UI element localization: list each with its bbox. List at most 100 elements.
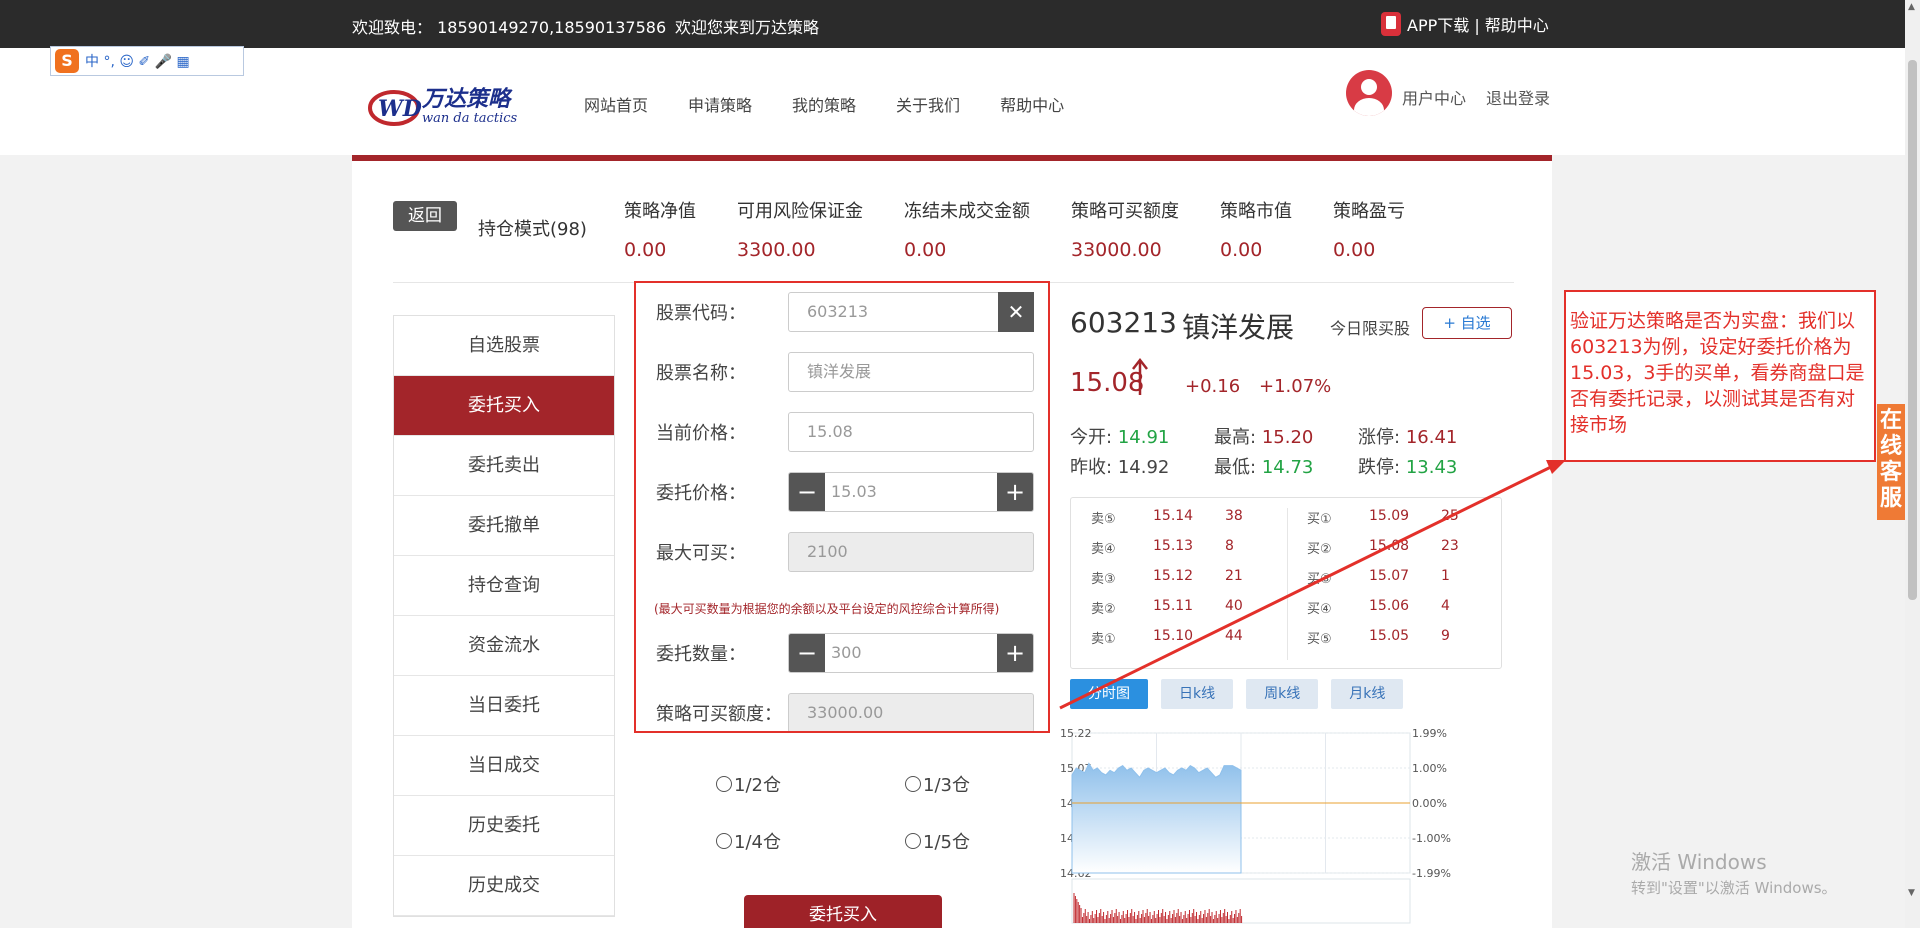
tab-weekly-k[interactable]: 周k线 xyxy=(1246,679,1319,709)
scroll-thumb[interactable] xyxy=(1908,60,1917,600)
sidebar-item-today-orders[interactable]: 当日委托 xyxy=(394,676,614,736)
sidebar-item-entrust-buy[interactable]: 委托买入 xyxy=(394,376,614,436)
minus-button[interactable]: − xyxy=(789,634,825,672)
radio-icon[interactable] xyxy=(905,833,921,849)
volume-frame xyxy=(1071,878,1411,924)
tab-monthly-k[interactable]: 月k线 xyxy=(1331,679,1404,709)
quantity-row: 委托数量： − 300 + xyxy=(656,633,1034,673)
ime-toolbar[interactable]: S 中 °, ☺ ✐ 🎤 ▦ xyxy=(50,46,244,76)
ratio-fifth[interactable]: 1/5仓 xyxy=(905,828,970,854)
max-buy-label: 最大可买： xyxy=(656,543,746,564)
app-help-links[interactable]: APP下载 | 帮助中心 xyxy=(1381,12,1549,36)
ask-row: 卖① 15.10 44 xyxy=(1091,628,1243,647)
stat-available-margin: 可用风险保证金 3300.00 xyxy=(737,197,863,261)
entrust-price-label: 委托价格： xyxy=(656,483,746,504)
stat-value: 0.00 xyxy=(1333,239,1376,261)
scroll-down-icon[interactable]: ▼ xyxy=(1908,888,1915,898)
stat-label: 策略净值 xyxy=(624,201,696,222)
stat-value: 0.00 xyxy=(904,239,947,261)
submit-buy-button[interactable]: 委托买入 xyxy=(744,895,942,928)
sidebar-item-today-trades[interactable]: 当日成交 xyxy=(394,736,614,796)
clear-icon[interactable]: ✕ xyxy=(998,292,1034,332)
main-nav: 网站首页 申请策略 我的策略 关于我们 帮助中心 xyxy=(584,92,1064,116)
bid-row: 买③ 15.07 1 xyxy=(1307,568,1450,587)
max-buy-row: 最大可买： 2100 xyxy=(656,532,1034,572)
stock-code-input[interactable]: 603213 ✕ xyxy=(788,292,1034,332)
logout-link[interactable]: 退出登录 xyxy=(1486,85,1550,109)
sidebar-item-positions[interactable]: 持仓查询 xyxy=(394,556,614,616)
page-scrollbar[interactable]: ▲ ▼ xyxy=(1905,0,1920,928)
current-price-field: 15.08 xyxy=(788,412,1034,452)
quote-change-pct: +1.07% xyxy=(1259,376,1332,397)
stat-value: 0.00 xyxy=(624,239,667,261)
y-tick-right: -1.99% xyxy=(1412,867,1451,880)
limit-up-price: 涨停: 16.41 xyxy=(1358,427,1458,448)
sidebar-item-cancel-order[interactable]: 委托撤单 xyxy=(394,496,614,556)
add-watchlist-button[interactable]: + 自选 xyxy=(1422,307,1512,339)
stat-label: 策略市值 xyxy=(1220,201,1292,222)
plus-button[interactable]: + xyxy=(997,473,1033,511)
scroll-up-icon[interactable]: ▲ xyxy=(1908,2,1915,12)
quantity-stepper[interactable]: − 300 + xyxy=(788,633,1034,673)
nav-help[interactable]: 帮助中心 xyxy=(1000,92,1064,116)
user-center-link[interactable]: 用户中心 xyxy=(1402,85,1466,109)
sidebar-item-cash-flow[interactable]: 资金流水 xyxy=(394,616,614,676)
y-tick-right: 0.00% xyxy=(1412,797,1447,810)
nav-apply[interactable]: 申请策略 xyxy=(688,92,752,116)
minus-button[interactable]: − xyxy=(789,473,825,511)
stat-value: 3300.00 xyxy=(737,239,816,261)
phone-icon xyxy=(1381,12,1401,36)
y-tick-left: 15.22 xyxy=(1060,727,1092,740)
radio-icon[interactable] xyxy=(905,776,921,792)
y-tick-right: 1.00% xyxy=(1412,762,1447,775)
current-price-row: 当前价格： 15.08 xyxy=(656,412,1034,452)
low-price: 最低: 14.73 xyxy=(1214,457,1314,478)
stat-value: 0.00 xyxy=(1220,239,1263,261)
ratio-quarter[interactable]: 1/4仓 xyxy=(716,828,781,854)
radio-icon[interactable] xyxy=(716,833,732,849)
site-logo[interactable]: WD 万达策略 wan da tactics xyxy=(368,76,540,136)
high-price: 最高: 15.20 xyxy=(1214,427,1314,448)
logo-en: wan da tactics xyxy=(422,111,518,126)
max-buy-note: (最大可买数量为根据您的余额以及平台设定的风控综合计算所得) xyxy=(654,602,1000,616)
sogou-icon[interactable]: S xyxy=(55,49,79,73)
tab-intraday[interactable]: 分时图 xyxy=(1070,679,1148,709)
quantity-input[interactable]: 300 xyxy=(825,634,997,672)
quote-change: +0.16 xyxy=(1185,376,1241,397)
windows-activation-watermark: 激活 Windows 转到"设置"以激活 Windows。 xyxy=(1631,846,1837,898)
app-help-label[interactable]: APP下载 | 帮助中心 xyxy=(1407,12,1549,36)
tab-daily-k[interactable]: 日k线 xyxy=(1161,679,1234,709)
quota-label: 策略可买额度： xyxy=(656,704,782,725)
y-tick-right: 1.99% xyxy=(1412,727,1447,740)
online-service-tab[interactable]: 在线客服 xyxy=(1877,404,1905,520)
sidebar-item-entrust-sell[interactable]: 委托卖出 xyxy=(394,436,614,496)
ratio-third[interactable]: 1/3仓 xyxy=(905,771,970,797)
quota-row: 策略可买额度： 33000.00 xyxy=(656,693,1034,733)
y-tick-right: -1.00% xyxy=(1412,832,1451,845)
stat-frozen-amount: 冻结未成交金额 0.00 xyxy=(904,197,1030,261)
chart-tabs: 分时图 日k线 周k线 月k线 xyxy=(1070,679,1404,709)
entrust-price-input[interactable]: 15.03 xyxy=(825,473,997,511)
sidebar-item-watchlist[interactable]: 自选股票 xyxy=(394,316,614,376)
stock-name-row: 股票名称： 镇洋发展 xyxy=(656,352,1034,392)
stat-label: 策略可买额度 xyxy=(1071,201,1179,222)
ime-status[interactable]: 中 °, ☺ ✐ 🎤 ▦ xyxy=(85,51,190,71)
radio-icon[interactable] xyxy=(716,776,732,792)
nav-about[interactable]: 关于我们 xyxy=(896,92,960,116)
nav-home[interactable]: 网站首页 xyxy=(584,92,648,116)
prev-close: 昨收: 14.92 xyxy=(1070,457,1170,478)
sidebar-item-history-trades[interactable]: 历史成交 xyxy=(394,856,614,916)
avatar[interactable] xyxy=(1346,70,1392,116)
position-mode: 持仓模式(98) xyxy=(478,219,587,240)
ratio-half[interactable]: 1/2仓 xyxy=(716,771,781,797)
nav-my-strategy[interactable]: 我的策略 xyxy=(792,92,856,116)
bid-row: 买④ 15.06 4 xyxy=(1307,598,1450,617)
back-button[interactable]: 返回 xyxy=(393,201,457,231)
annotation-callout: 验证万达策略是否为实盘：我们以603213为例，设定好委托价格为15.03，3手… xyxy=(1564,290,1876,462)
entrust-price-stepper[interactable]: − 15.03 + xyxy=(788,472,1034,512)
entrust-price-row: 委托价格： − 15.03 + xyxy=(656,472,1034,512)
quote-code: 603213 xyxy=(1070,306,1177,339)
current-price-label: 当前价格： xyxy=(656,423,746,444)
sidebar-item-history-orders[interactable]: 历史委托 xyxy=(394,796,614,856)
plus-button[interactable]: + xyxy=(997,634,1033,672)
